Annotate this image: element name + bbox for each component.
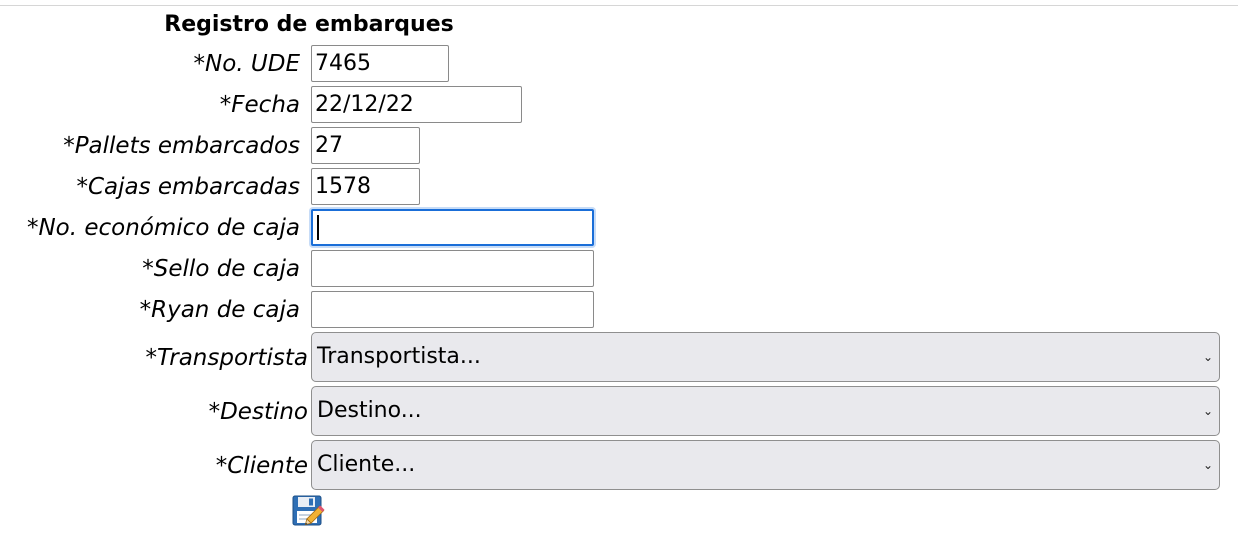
top-divider [0, 5, 1238, 6]
cliente-label: *Cliente [215, 453, 308, 479]
ryan-input[interactable] [311, 291, 594, 328]
cajas-input[interactable] [311, 168, 420, 205]
sello-input[interactable] [311, 250, 594, 287]
fecha-input[interactable] [311, 86, 522, 123]
form-title: Registro de embarques [164, 12, 454, 37]
chevron-down-icon: ⌄ [1202, 350, 1213, 364]
chevron-down-icon: ⌄ [1202, 458, 1213, 472]
sello-label: *Sello de caja [142, 256, 300, 282]
ryan-label: *Ryan de caja [139, 297, 300, 323]
pallets-input[interactable] [311, 127, 420, 164]
text-caret [317, 215, 319, 240]
destino-selected: Destino... [317, 398, 422, 423]
fecha-label: *Fecha [219, 92, 300, 118]
no-economico-input[interactable] [311, 209, 594, 246]
chevron-down-icon: ⌄ [1202, 404, 1213, 418]
floppy-disk-pencil-icon[interactable] [292, 494, 326, 528]
no-ude-label: *No. UDE [193, 51, 300, 77]
cliente-select[interactable]: Cliente... ⌄ [311, 440, 1220, 490]
no-economico-label: *No. económico de caja [26, 215, 300, 241]
no-ude-input[interactable] [311, 45, 449, 82]
cajas-label: *Cajas embarcadas [76, 174, 300, 200]
cliente-selected: Cliente... [317, 452, 416, 477]
destino-label: *Destino [208, 399, 308, 425]
destino-select[interactable]: Destino... ⌄ [311, 386, 1220, 436]
transportista-select[interactable]: Transportista... ⌄ [311, 332, 1220, 382]
transportista-label: *Transportista [145, 345, 308, 371]
pallets-label: *Pallets embarcados [63, 133, 300, 159]
transportista-selected: Transportista... [317, 344, 481, 369]
